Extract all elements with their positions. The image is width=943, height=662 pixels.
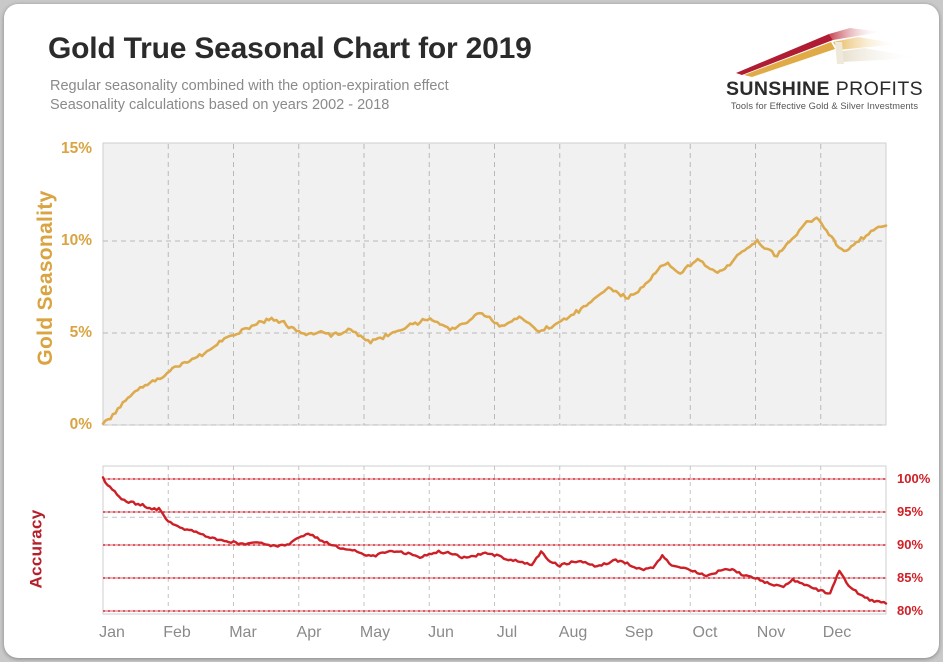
chart-svg — [101, 142, 888, 615]
chart-plot-area — [4, 4, 939, 658]
chart-card: Gold True Seasonal Chart for 2019 Regula… — [4, 4, 939, 658]
